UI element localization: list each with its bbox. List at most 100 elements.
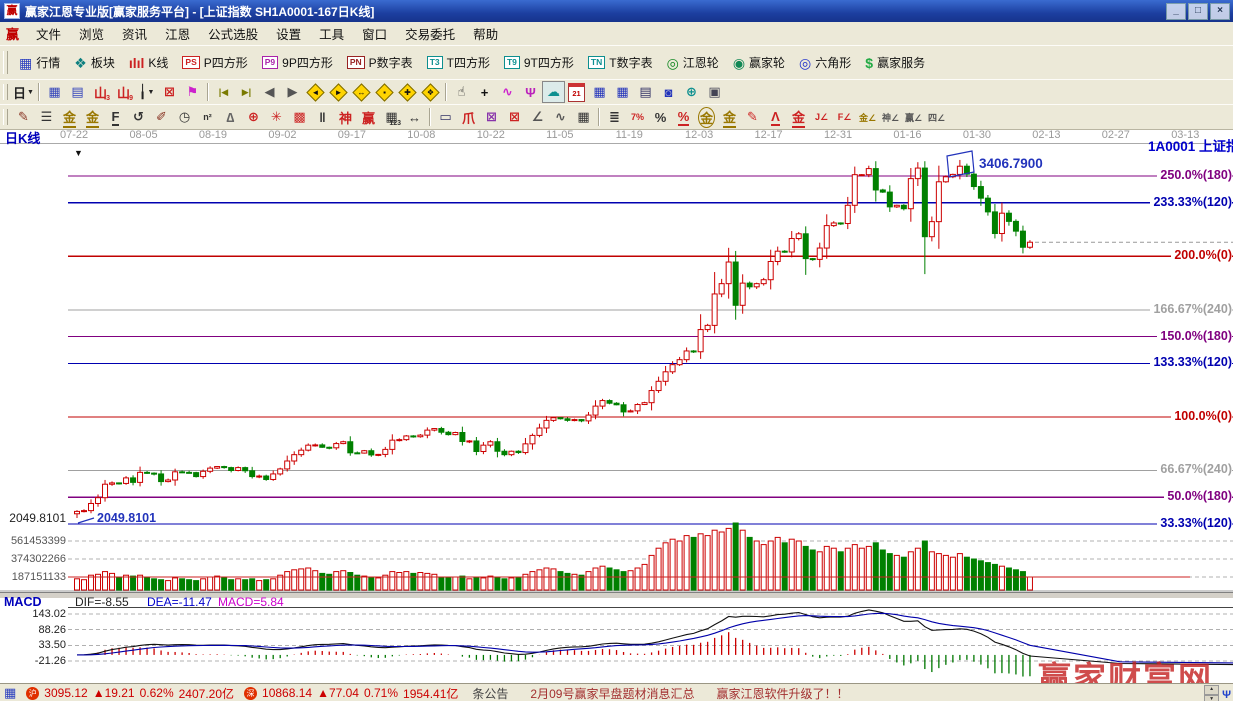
si-angle-button[interactable]: 四∠ xyxy=(925,106,948,128)
crosshair-tool-button[interactable]: + xyxy=(473,81,496,103)
zoom-full-button[interactable]: ❖ xyxy=(419,81,442,103)
time-circle-button[interactable]: ◷ xyxy=(173,106,196,128)
hexagon-button[interactable]: ◎六角形 xyxy=(792,51,858,74)
calculator-button[interactable]: ▦ xyxy=(588,81,611,103)
web-red-button[interactable]: ✳ xyxy=(265,106,288,128)
trend-angle-button[interactable]: ∠ xyxy=(526,106,549,128)
t-number-table-button[interactable]: TNT数字表 xyxy=(581,51,660,74)
pencil-angle-button[interactable]: ✐ xyxy=(150,106,173,128)
menu-item-公式选股[interactable]: 公式选股 xyxy=(199,21,267,46)
hand-tool-button[interactable]: ☝ xyxy=(450,81,473,103)
candle-pencil-button[interactable]: ✎ xyxy=(741,106,764,128)
spinner-down-icon[interactable]: ▼ xyxy=(1204,695,1219,701)
shen-angle-button[interactable]: 神∠ xyxy=(879,106,902,128)
calendar-button[interactable]: 21 xyxy=(565,81,588,103)
pencil-button[interactable]: ✎ xyxy=(12,106,35,128)
chart-p3-button[interactable]: 山3 xyxy=(89,81,112,103)
kline-button[interactable]: ılılK线 xyxy=(122,51,176,74)
kline-first-button[interactable]: |◀ xyxy=(212,81,235,103)
candle-style-button[interactable]: ╽▼ xyxy=(135,81,158,103)
cloud-tool-button[interactable]: ☁ xyxy=(542,81,565,103)
close-button[interactable]: × xyxy=(1210,3,1230,20)
page-forward-button[interactable]: ▶ xyxy=(281,81,304,103)
menu-item-交易委托[interactable]: 交易委托 xyxy=(396,21,464,46)
news-ticker-item[interactable]: 2月09号赢家早盘题材消息汇总 xyxy=(530,685,694,701)
menu-item-工具[interactable]: 工具 xyxy=(310,21,353,46)
golden-line-red-button[interactable]: 金 xyxy=(787,106,810,128)
zoom-right-button[interactable]: ► xyxy=(327,81,350,103)
gann-box-red-button[interactable]: ⊠ xyxy=(503,106,526,128)
sectors-button[interactable]: ❖板块 xyxy=(67,51,122,74)
zoom-expand-button[interactable]: ✚ xyxy=(396,81,419,103)
web-link-button[interactable]: ⊕ xyxy=(680,81,703,103)
dense-grid-button[interactable]: ▦ xyxy=(572,106,595,128)
info-panel-button[interactable]: ▤ xyxy=(66,81,89,103)
news-ticker-item[interactable]: 赢家江恩软件升级了！！ xyxy=(716,685,848,701)
pattern-window-button[interactable]: ▦ xyxy=(43,81,66,103)
menu-item-设置[interactable]: 设置 xyxy=(267,21,310,46)
price-ruler-123-button[interactable]: ▦123 xyxy=(380,106,403,128)
gann-wheel-button[interactable]: ◎江恩轮 xyxy=(660,51,726,74)
page-back-button[interactable]: ◀ xyxy=(258,81,281,103)
9t-square-button[interactable]: T99T四方形 xyxy=(497,51,581,74)
wave-tool-button[interactable]: ∿ xyxy=(549,106,572,128)
curve-tool-button[interactable]: ∿ xyxy=(496,81,519,103)
spinner-up-icon[interactable]: ▲ xyxy=(1204,685,1219,695)
golden-circle-button[interactable]: 金 xyxy=(695,106,718,128)
menu-item-江恩[interactable]: 江恩 xyxy=(156,21,199,46)
kline-last-button[interactable]: ▶| xyxy=(235,81,258,103)
t-square-button[interactable]: T3T四方形 xyxy=(420,51,497,74)
menu-item-浏览[interactable]: 浏览 xyxy=(70,21,113,46)
mirror-angle-button[interactable]: ∆ xyxy=(219,106,242,128)
color-flag-button[interactable]: ⚑ xyxy=(181,81,204,103)
memo-button[interactable]: ▤ xyxy=(634,81,657,103)
gann-box-purple-button[interactable]: ⊠ xyxy=(480,106,503,128)
winner-wheel-button[interactable]: ◉赢家轮 xyxy=(726,51,792,74)
maximize-button[interactable]: □ xyxy=(1188,3,1208,20)
menu-item-帮助[interactable]: 帮助 xyxy=(464,21,507,46)
golden-line-button[interactable]: 金 xyxy=(718,106,741,128)
percent-7-button[interactable]: 7% xyxy=(626,106,649,128)
p-square-button[interactable]: PSP四方形 xyxy=(175,51,254,74)
f-grid-button[interactable]: F xyxy=(104,106,127,128)
winner-service-button[interactable]: $赢家服务 xyxy=(858,51,932,74)
title-bar[interactable]: 赢 赢家江恩专业版[赢家服务平台] - [上证指数 SH1A0001-167日K… xyxy=(0,0,1233,22)
j-angle-button[interactable]: J∠ xyxy=(810,106,833,128)
golden-grid-2-button[interactable]: 金 xyxy=(81,106,104,128)
rect-select-button[interactable]: ▭ xyxy=(434,106,457,128)
news-count-label[interactable]: 条公告 xyxy=(472,685,508,701)
shen-grid-button[interactable]: 神 xyxy=(334,106,357,128)
gann-shape-tool-button[interactable]: Ψ xyxy=(519,81,542,103)
spiderweb-grid-button[interactable]: ▩ xyxy=(288,106,311,128)
zoom-compress-button[interactable]: ▪ xyxy=(373,81,396,103)
quote-grid-icon[interactable]: ▦ xyxy=(4,685,16,701)
data-table-button[interactable]: ▦ xyxy=(611,81,634,103)
percent-line-button[interactable]: % xyxy=(672,106,695,128)
fan-lines-button[interactable]: 爪 xyxy=(457,106,480,128)
ying-angle-button[interactable]: 赢∠ xyxy=(902,106,925,128)
zoom-h-expand-button[interactable]: ↔ xyxy=(350,81,373,103)
n2-grid-button[interactable]: n² xyxy=(196,106,219,128)
golden-grid-1-button[interactable]: 金 xyxy=(58,106,81,128)
ruler-marks-button[interactable]: ‖ xyxy=(311,106,334,128)
percent-button[interactable]: % xyxy=(649,106,672,128)
indicator-dropdown-icon[interactable]: ▼ xyxy=(74,149,83,158)
a-wave-button[interactable]: Λ xyxy=(764,106,787,128)
print-button[interactable]: ▣ xyxy=(703,81,726,103)
gold-angle-button[interactable]: 金∠ xyxy=(856,106,879,128)
minimize-button[interactable]: _ xyxy=(1166,3,1186,20)
f-angle-button[interactable]: F∠ xyxy=(833,106,856,128)
9p-square-button[interactable]: P99P四方形 xyxy=(255,51,340,74)
h-expand-button[interactable]: ↔ xyxy=(403,106,426,128)
quotes-button[interactable]: ▦行情 xyxy=(12,51,67,74)
ying-grid-button[interactable]: 赢 xyxy=(357,106,380,128)
step-lines-button[interactable]: ≣ xyxy=(603,106,626,128)
target-red-button[interactable]: ⊕ xyxy=(242,106,265,128)
zoom-left-button[interactable]: ◄ xyxy=(304,81,327,103)
p-number-table-button[interactable]: PNP数字表 xyxy=(340,51,420,74)
chart-p9-button[interactable]: 山9 xyxy=(112,81,135,103)
ticker-scroll-spinner[interactable]: ▲ ▼ xyxy=(1204,685,1219,701)
region-box-button[interactable]: ⊠ xyxy=(158,81,181,103)
save-button[interactable]: ◙ xyxy=(657,81,680,103)
menu-item-文件[interactable]: 文件 xyxy=(27,21,70,46)
